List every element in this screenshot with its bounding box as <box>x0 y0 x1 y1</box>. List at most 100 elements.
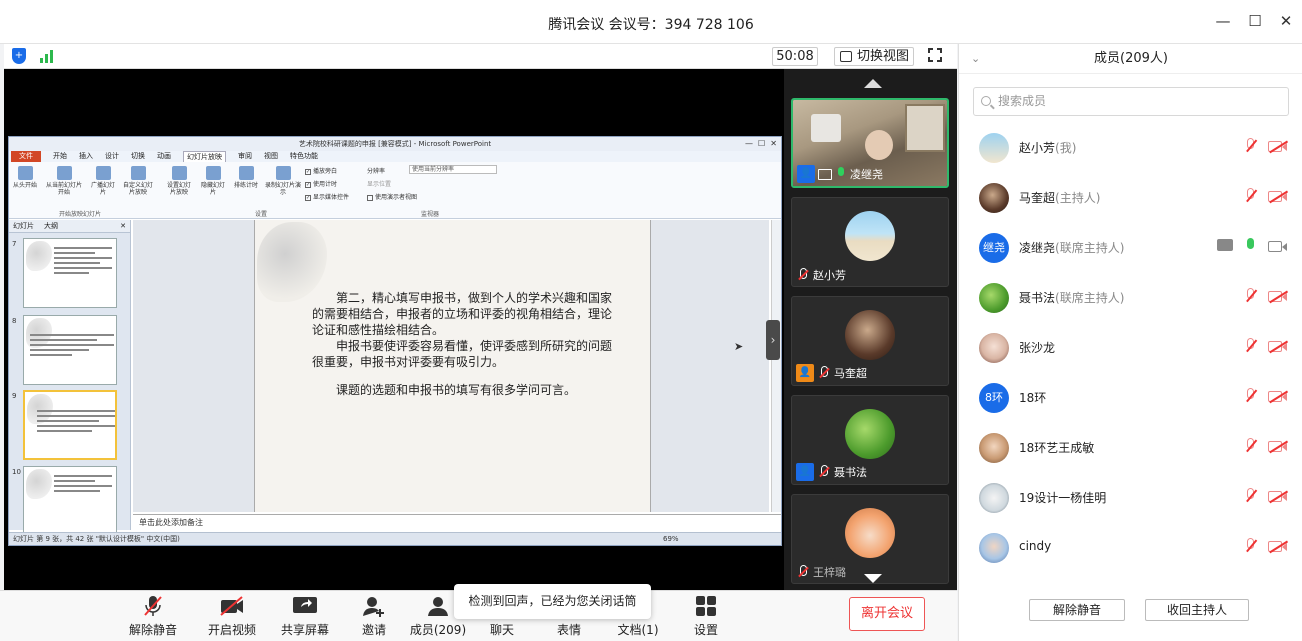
member-row[interactable]: cindy <box>959 523 1302 573</box>
mic-muted-icon[interactable] <box>1244 388 1258 406</box>
avatar <box>979 433 1009 463</box>
collapse-video-arrow-icon[interactable]: › <box>766 320 780 360</box>
meeting-info-strip: + 50:08 切换视图 <box>4 44 957 69</box>
mic-muted-icon[interactable] <box>1244 488 1258 506</box>
video-name: 聂书法 <box>834 466 867 479</box>
video-tile[interactable]: 👤 凌继尧 <box>791 98 949 188</box>
ppt-menu-file: 文件 <box>11 151 41 162</box>
share-screen-button[interactable]: 共享屏幕 <box>275 595 335 638</box>
member-row[interactable]: 聂书法(联席主持人) <box>959 273 1302 323</box>
avatar: 8环 <box>979 383 1009 413</box>
switch-view-label: 切换视图 <box>857 49 910 64</box>
ppt-slide-editor: 第二，精心填写申报书，做到个人的学术兴趣和国家的需要相结合，申报者的立场和评委的… <box>133 220 769 512</box>
camera-off-icon[interactable] <box>1268 390 1288 404</box>
invite-button[interactable]: 邀请 <box>344 595 404 638</box>
camera-off-icon[interactable] <box>1268 340 1288 354</box>
camera-off-icon[interactable] <box>1268 490 1288 504</box>
settings-label: 设置 <box>693 623 718 637</box>
avatar <box>979 533 1009 563</box>
leave-meeting-button[interactable]: 离开会议 <box>849 597 925 631</box>
avatar <box>845 508 895 558</box>
collapse-chevron-icon[interactable]: ⌄ <box>971 44 980 74</box>
ppt-thumbnail <box>23 238 117 308</box>
video-tile[interactable]: 王梓璐 <box>791 494 949 584</box>
mic-muted-icon <box>817 464 831 480</box>
share-screen-label: 共享屏幕 <box>280 623 329 637</box>
member-row[interactable]: 19设计一杨佳明 <box>959 473 1302 523</box>
camera-off-icon[interactable] <box>1268 140 1288 154</box>
member-name: 凌继尧 <box>1019 241 1056 255</box>
members-header: ⌄ 成员(209人) <box>959 44 1302 74</box>
mic-muted-icon[interactable] <box>1244 138 1258 156</box>
ppt-thumb-number: 9 <box>12 392 17 400</box>
security-shield-icon[interactable]: + <box>12 48 26 64</box>
minimize-icon[interactable]: — <box>1214 12 1232 30</box>
reclaim-host-button[interactable]: 收回主持人 <box>1145 599 1249 621</box>
member-row[interactable]: 18环艺王成敏 <box>959 423 1302 473</box>
ppt-menu-item: 设计 <box>105 152 119 160</box>
signal-strength-icon[interactable] <box>40 50 56 63</box>
cohost-badge-icon: 👤 <box>796 463 814 481</box>
screen-share-icon <box>1217 239 1233 251</box>
ppt-status-bar: 幻灯片 第 9 张，共 42 张 "默认设计模板" 中文(中国) 69% <box>9 532 781 545</box>
member-row[interactable]: 继尧 凌继尧(联席主持人) <box>959 223 1302 273</box>
echo-detected-toast: 检测到回声，已经为您关闭话筒 <box>454 584 651 619</box>
slide-text: 第二，精心填写申报书，做到个人的学术兴趣和国家的需要相结合，申报者的立场和评委的… <box>312 290 612 398</box>
ppt-menu-item: 开始 <box>53 152 67 160</box>
video-list: 👤 凌继尧 赵小芳 👤 马奎超 👤 聂书法 王梓璐 <box>784 69 957 590</box>
member-search-input[interactable]: 搜索成员 <box>973 87 1289 116</box>
scroll-up-icon[interactable] <box>864 79 882 88</box>
unmute-all-button[interactable]: 解除静音 <box>1029 599 1125 621</box>
switch-view-button[interactable]: 切换视图 <box>834 47 914 66</box>
switch-view-icon <box>840 51 852 62</box>
ppt-menu-item: 视图 <box>264 152 278 160</box>
member-row[interactable]: 8环 18环 <box>959 373 1302 423</box>
camera-off-icon[interactable] <box>1268 540 1288 554</box>
member-name: 马奎超 <box>1019 191 1056 205</box>
ppt-check-timing: ✓ 使用计时 <box>305 181 338 188</box>
settings-button[interactable]: 设置 <box>676 595 736 638</box>
host-badge-icon: 👤 <box>796 364 814 382</box>
ppt-resolution-dropdown: 使用当前分辨率 <box>409 165 497 174</box>
member-row[interactable]: 马奎超(主持人) <box>959 173 1302 223</box>
video-tile[interactable]: 赵小芳 <box>791 197 949 287</box>
mic-muted-icon[interactable] <box>1244 288 1258 306</box>
search-icon <box>981 96 991 106</box>
mic-muted-icon[interactable] <box>1244 438 1258 456</box>
cohost-badge-icon: 👤 <box>797 165 815 183</box>
avatar <box>845 211 895 261</box>
camera-icon[interactable] <box>1268 240 1288 254</box>
mic-muted-icon <box>796 267 810 283</box>
unmute-button[interactable]: 解除静音 <box>123 595 183 638</box>
ppt-window-controls: — ☐ ✕ <box>744 139 777 148</box>
ppt-title-bar: 艺术院校科研课题的申报 [兼容模式] - Microsoft PowerPoin… <box>9 137 781 151</box>
maximize-icon[interactable]: ☐ <box>1246 12 1264 30</box>
camera-off-icon[interactable] <box>1268 190 1288 204</box>
mic-muted-icon[interactable] <box>1244 538 1258 556</box>
scroll-down-icon[interactable] <box>864 574 882 583</box>
mic-muted-icon[interactable] <box>1244 188 1258 206</box>
camera-off-icon[interactable] <box>1268 290 1288 304</box>
member-row[interactable]: 张沙龙 <box>959 323 1302 373</box>
title-bar: 腾讯会议 会议号：394 728 106 — ☐ ✕ <box>0 0 1302 44</box>
member-name: 张沙龙 <box>1019 341 1056 355</box>
mic-on-icon[interactable] <box>1244 238 1258 256</box>
ppt-hide-slide: 隐藏幻灯片 <box>199 166 227 196</box>
member-row[interactable]: 赵小芳(我) <box>959 123 1302 173</box>
ppt-ribbon: 从头开始 从当前幻灯片开始 广播幻灯片 自定义幻灯片放映 设置幻灯片放映 隐藏幻… <box>9 162 781 219</box>
ppt-menu-item: 特色功能 <box>290 152 318 160</box>
ppt-presenter-view: 使用演示者视图 <box>367 192 417 201</box>
settings-grid-icon <box>676 595 736 617</box>
camera-off-icon[interactable] <box>1268 440 1288 454</box>
avatar: 继尧 <box>979 233 1009 263</box>
video-tile[interactable]: 👤 聂书法 <box>791 395 949 485</box>
video-tile[interactable]: 👤 马奎超 <box>791 296 949 386</box>
fullscreen-icon[interactable] <box>928 48 942 62</box>
ppt-thumbnail-selected <box>23 390 117 460</box>
member-name: 18环 <box>1019 391 1047 405</box>
ppt-setup-show: 设置幻灯片放映 <box>165 166 193 196</box>
start-video-label: 开启视频 <box>207 623 256 637</box>
start-video-button[interactable]: 开启视频 <box>202 595 262 638</box>
mic-muted-icon[interactable] <box>1244 338 1258 356</box>
close-icon[interactable]: ✕ <box>1277 12 1295 30</box>
